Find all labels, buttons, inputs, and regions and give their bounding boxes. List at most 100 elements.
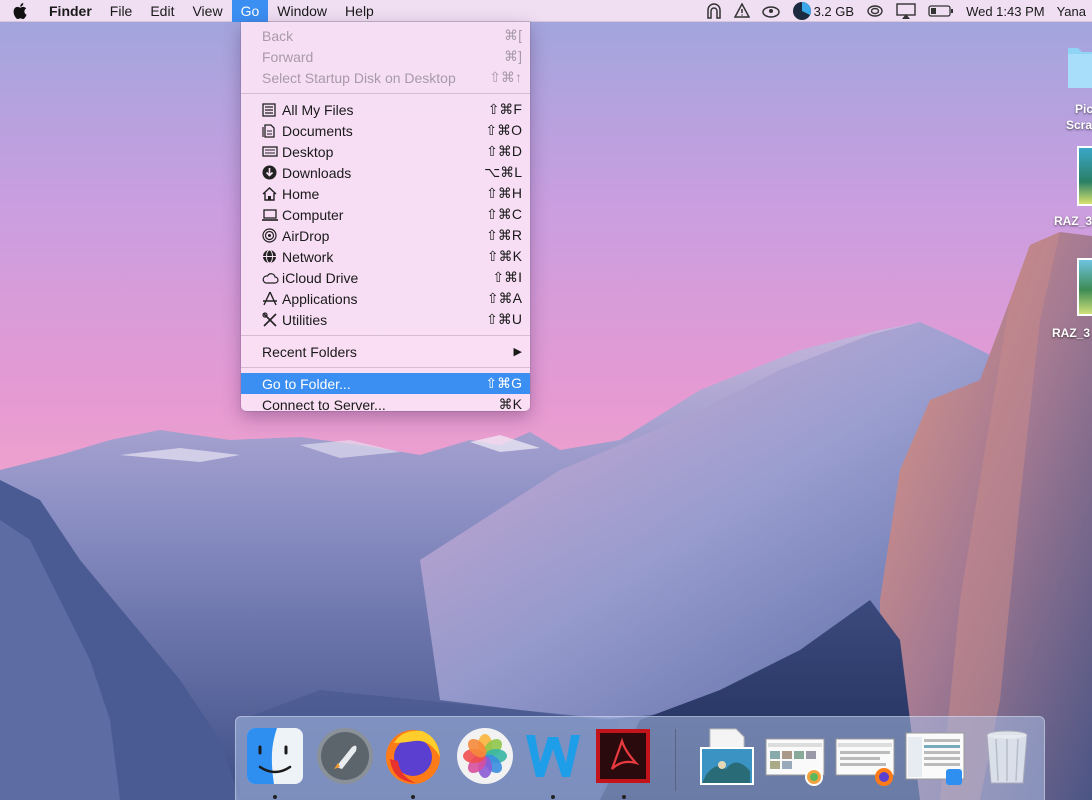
menu-finder[interactable]: Finder [40, 0, 101, 22]
dock-photos[interactable] [454, 725, 516, 787]
menu-item-label: Desktop [282, 143, 334, 160]
menu-separator [241, 93, 530, 94]
menu-item-shortcut: ⇧⌘O [485, 122, 522, 138]
memory-value: 3.2 GB [813, 3, 855, 19]
menu-item-label: Recent Folders [262, 343, 357, 360]
launchpad-icon [317, 728, 373, 784]
dock-trash[interactable] [976, 725, 1038, 787]
image-thumbnail [1079, 260, 1092, 314]
menu-item-airdrop[interactable]: AirDrop ⇧⌘R [241, 225, 530, 246]
menu-item-applications[interactable]: Applications ⇧⌘A [241, 288, 530, 309]
dock-word[interactable] [522, 725, 584, 787]
menu-item-shortcut: ⇧⌘I [492, 269, 522, 285]
status-item-5[interactable] [860, 0, 890, 22]
acrobat-icon [596, 729, 650, 783]
menu-item-shortcut: ⇧⌘C [486, 206, 522, 222]
menu-item-label: Network [282, 248, 334, 265]
memory-gauge-icon [792, 2, 811, 20]
menu-item-label: Applications [282, 290, 358, 307]
dock-screenshot-2[interactable] [834, 725, 896, 787]
documents-icon [262, 123, 280, 139]
dock-screenshot-1[interactable] [764, 725, 826, 787]
running-indicator [622, 795, 626, 799]
dock-screenshot-3[interactable] [904, 725, 966, 787]
menu-item-shortcut: ⌥⌘L [484, 164, 522, 180]
desktop-icon-folder[interactable] [1068, 38, 1092, 90]
menu-window[interactable]: Window [268, 0, 336, 22]
trash-icon [986, 730, 1028, 784]
running-indicator [551, 795, 555, 799]
menu-go[interactable]: Go [231, 0, 269, 22]
dock [235, 716, 1045, 800]
menu-item-go-to-folder[interactable]: Go to Folder... ⇧⌘G [241, 373, 530, 394]
go-menu-dropdown: Back ⌘[ Forward ⌘] Select Startup Disk o… [241, 22, 530, 413]
menu-edit[interactable]: Edit [141, 0, 183, 22]
menu-item-shortcut: ⇧⌘↑ [489, 69, 522, 85]
memory-status[interactable]: 3.2 GB [786, 0, 860, 22]
menu-separator [241, 335, 530, 336]
menu-item-select-startup-disk: Select Startup Disk on Desktop ⇧⌘↑ [241, 67, 530, 88]
alert-icon [733, 3, 750, 18]
menu-item-connect-to-server[interactable]: Connect to Server... ⌘K [241, 394, 530, 415]
icloud-icon [262, 270, 280, 286]
menu-item-documents[interactable]: Documents ⇧⌘O [241, 120, 530, 141]
menu-item-shortcut: ⇧⌘K [486, 248, 522, 264]
menu-item-shortcut: ⇧⌘D [486, 143, 522, 159]
status-item-2[interactable] [728, 0, 756, 22]
menu-item-label: Downloads [282, 164, 352, 181]
dock-launchpad[interactable] [314, 725, 376, 787]
dock-acrobat[interactable] [592, 725, 654, 787]
clock[interactable]: Wed 1:43 PM [960, 0, 1051, 22]
menu-item-all-my-files[interactable]: All My Files ⇧⌘F [241, 99, 530, 120]
menu-item-downloads[interactable]: Downloads ⌥⌘L [241, 162, 530, 183]
menu-item-computer[interactable]: Computer ⇧⌘C [241, 204, 530, 225]
menu-help[interactable]: Help [336, 0, 383, 22]
desktop-icon-image-2[interactable] [1077, 258, 1092, 316]
submenu-arrow-icon: ▶ [513, 346, 522, 358]
applications-icon [262, 291, 280, 307]
menu-item-label: Back [262, 27, 294, 44]
menu-file[interactable]: File [101, 0, 142, 22]
menu-item-desktop[interactable]: Desktop ⇧⌘D [241, 141, 530, 162]
image-file-icon [700, 728, 754, 785]
menu-item-label: Connect to Server... [262, 396, 386, 413]
dock-finder[interactable] [244, 725, 306, 787]
user-name[interactable]: Yana [1051, 0, 1092, 22]
finder-icon [247, 728, 303, 784]
menu-item-label: Forward [262, 48, 314, 65]
dock-firefox[interactable] [382, 725, 444, 787]
menu-item-label: All My Files [282, 101, 354, 118]
desktop-icon-image-1[interactable] [1077, 146, 1092, 206]
battery-status[interactable] [922, 0, 960, 22]
menu-item-shortcut: ⇧⌘H [486, 185, 522, 201]
running-indicator [411, 795, 415, 799]
apple-menu[interactable] [0, 0, 40, 22]
desktop-icon-label: RAZ_3 [1052, 326, 1091, 340]
menu-item-label: iCloud Drive [282, 269, 359, 286]
home-icon [262, 186, 280, 202]
sync-icon [867, 5, 883, 17]
menu-item-icloud-drive[interactable]: iCloud Drive ⇧⌘I [241, 267, 530, 288]
menu-item-label: Utilities [282, 311, 328, 328]
menu-item-shortcut: ⇧⌘G [485, 375, 522, 391]
status-item-1[interactable] [700, 0, 728, 22]
menu-item-home[interactable]: Home ⇧⌘H [241, 183, 530, 204]
cloud-app-icon [761, 6, 780, 18]
menu-item-shortcut: ⇧⌘R [486, 227, 522, 243]
menu-item-forward: Forward ⌘] [241, 46, 530, 67]
dock-document-image[interactable] [696, 725, 758, 787]
status-item-3[interactable] [756, 0, 786, 22]
menu-view[interactable]: View [183, 0, 231, 22]
menu-item-utilities[interactable]: Utilities ⇧⌘U [241, 309, 530, 330]
utilities-icon [262, 312, 280, 328]
menu-item-label: Go to Folder... [262, 375, 351, 392]
airplay-status[interactable] [890, 0, 922, 22]
menu-item-recent-folders[interactable]: Recent Folders ▶ [241, 341, 530, 362]
arch-icon [706, 3, 721, 19]
desktop-icon-label: RAZ_3 [1054, 214, 1092, 228]
menu-item-shortcut: ⌘[ [504, 27, 522, 43]
menu-item-label: Documents [282, 122, 353, 139]
menu-item-network[interactable]: Network ⇧⌘K [241, 246, 530, 267]
running-indicator [273, 795, 277, 799]
menu-item-shortcut: ⌘] [504, 48, 522, 64]
